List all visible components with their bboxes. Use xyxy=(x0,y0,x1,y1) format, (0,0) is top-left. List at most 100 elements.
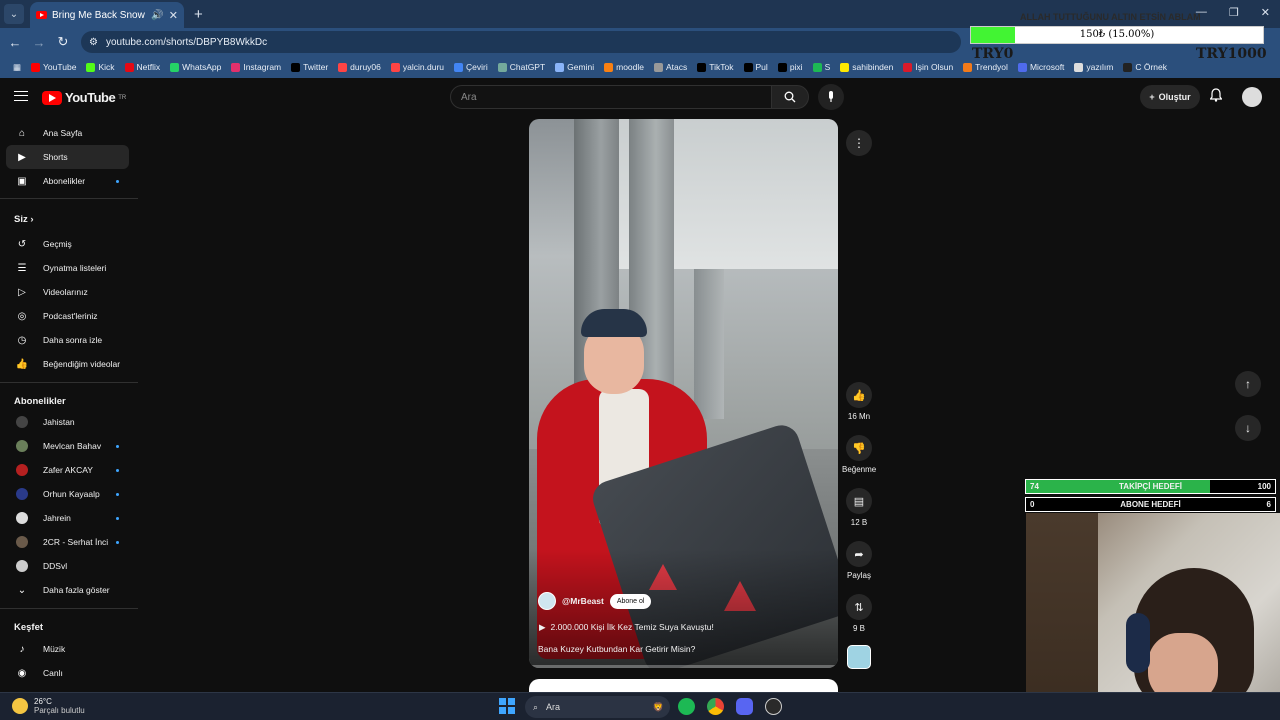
sidebar-item[interactable]: ↺ Geçmiş xyxy=(6,232,129,256)
bookmark-2[interactable]: Netflix xyxy=(120,62,166,72)
next-short-card[interactable] xyxy=(529,679,838,692)
sound-avatar[interactable] xyxy=(847,645,871,669)
channel-avatar[interactable] xyxy=(538,592,556,610)
subscribe-button[interactable]: Abone ol xyxy=(609,593,652,609)
create-button[interactable]: + Oluştur xyxy=(1140,85,1200,109)
sidebar-item-label: DDSvl xyxy=(43,561,68,571)
bookmark-0[interactable]: YouTube xyxy=(26,62,81,72)
sidebar-item[interactable]: ◎ Podcast'leriniz xyxy=(6,304,129,328)
new-tab-icon[interactable]: + xyxy=(194,6,203,23)
bookmark-13[interactable]: TikTok xyxy=(692,62,738,72)
search-input[interactable]: Ara xyxy=(450,85,772,109)
bookmark-14[interactable]: Pul xyxy=(739,62,773,72)
bookmark-10[interactable]: Gemini xyxy=(550,62,599,72)
bookmark-11[interactable]: moodle xyxy=(599,62,649,72)
omnibox[interactable]: ⚙ youtube.com/shorts/DBPYB8WkkDc xyxy=(81,31,961,53)
share-button[interactable]: ➦ Paylaş xyxy=(842,541,876,580)
youtube-logo[interactable]: YouTube TR xyxy=(42,90,126,105)
maximize-icon[interactable]: ❐ xyxy=(1229,6,1239,19)
remix-button[interactable]: ⇅ 9 B xyxy=(842,594,876,633)
short-video-player[interactable]: @MrBeast Abone ol ▶ 2.000.000 Kişi İlk K… xyxy=(529,119,838,668)
obs-icon[interactable] xyxy=(765,698,782,715)
bookmark-label: sahibinden xyxy=(852,62,894,72)
bookmark-18[interactable]: İşin Olsun xyxy=(898,62,958,72)
sidebar-item[interactable]: ▷ Videolarınız xyxy=(6,280,129,304)
sidebar-heading[interactable]: Siz › xyxy=(14,214,34,225)
bookmark-19[interactable]: Trendyol xyxy=(958,62,1013,72)
dislike-button[interactable]: 👎 Beğenme xyxy=(842,435,876,474)
comments-button[interactable]: ▤ 12 B xyxy=(842,488,876,527)
apps-icon[interactable]: ▦ xyxy=(8,62,26,73)
close-window-icon[interactable]: ✕ xyxy=(1261,6,1270,19)
sidebar-item[interactable]: Zafer AKCAY xyxy=(6,458,129,482)
channel-name[interactable]: @MrBeast xyxy=(562,596,604,606)
sidebar-item[interactable]: ☰ Oynatma listeleri xyxy=(6,256,129,280)
show-more-button[interactable]: ⌄ Daha fazla göster xyxy=(6,578,129,602)
sidebar-item[interactable]: 👍 Beğendiğim videolar xyxy=(6,352,129,376)
sidebar-item[interactable]: ♪ Müzik xyxy=(6,637,129,661)
discord-icon[interactable] xyxy=(736,698,753,715)
bookmark-22[interactable]: C Örnek xyxy=(1118,62,1172,72)
sidebar-item[interactable]: ◷ Daha sonra izle xyxy=(6,328,129,352)
sidebar-item-label: Oynatma listeleri xyxy=(43,263,107,273)
tab-search-dropdown-icon[interactable]: ⌄ xyxy=(4,4,24,24)
sidebar-item[interactable]: 2CR - Serhat İnci xyxy=(6,530,129,554)
close-tab-icon[interactable]: ✕ xyxy=(169,9,178,22)
related-video-link[interactable]: ▶ 2.000.000 Kişi İlk Kez Temiz Suya Kavu… xyxy=(539,622,714,633)
menu-icon[interactable] xyxy=(14,91,28,101)
bookmark-3[interactable]: WhatsApp xyxy=(165,62,226,72)
channel-avatar xyxy=(16,416,28,428)
sidebar-item[interactable]: Jahistan xyxy=(6,410,129,434)
voice-search-button[interactable] xyxy=(818,84,844,110)
search-button[interactable] xyxy=(771,85,809,109)
sidebar-item[interactable]: Mevlcan Bahav xyxy=(6,434,129,458)
tab-active[interactable]: Bring Me Back Snow From 🔊 ✕ xyxy=(30,2,184,28)
spotify-icon[interactable] xyxy=(678,698,695,715)
site-info-icon[interactable]: ⚙ xyxy=(89,37,98,48)
reload-icon[interactable]: ↻ xyxy=(51,34,75,50)
sidebar-item[interactable]: Jahrein xyxy=(6,506,129,530)
chrome-icon[interactable] xyxy=(707,698,724,715)
youtube-favicon-icon xyxy=(36,11,47,19)
bookmark-label: Instagram xyxy=(243,62,282,72)
sidebar-item[interactable]: DDSvl xyxy=(6,554,129,578)
bookmark-12[interactable]: Atacs xyxy=(649,62,692,72)
bookmark-label: İşin Olsun xyxy=(915,62,954,72)
next-short-button[interactable]: ↓ xyxy=(1235,415,1261,441)
bookmark-5[interactable]: Twitter xyxy=(286,62,333,72)
sidebar-item[interactable]: Orhun Kayaalp xyxy=(6,482,129,506)
taskbar-search[interactable]: ⌕ Ara 🦁 xyxy=(525,696,670,718)
previous-short-button[interactable]: ↑ xyxy=(1235,371,1261,397)
sidebar-item-label: Beğendiğim videolar xyxy=(43,359,121,369)
like-button[interactable]: 👍 16 Mn xyxy=(842,382,876,421)
bookmark-17[interactable]: sahibinden xyxy=(835,62,898,72)
sidebar-item[interactable]: ◉ Canlı xyxy=(6,661,129,685)
back-icon[interactable]: ← xyxy=(3,35,27,50)
account-avatar[interactable] xyxy=(1242,87,1262,107)
bookmark-16[interactable]: S xyxy=(808,62,836,72)
windows-start-icon[interactable] xyxy=(499,698,515,714)
video-progress-bar[interactable] xyxy=(529,665,838,668)
bookmark-6[interactable]: duruy06 xyxy=(333,62,386,72)
sidebar-item[interactable]: ⌂ Ana Sayfa xyxy=(6,121,129,145)
bookmark-icon xyxy=(124,62,134,72)
bookmark-15[interactable]: pixi xyxy=(773,62,808,72)
bookmark-20[interactable]: Microsoft xyxy=(1013,62,1069,72)
more-options-icon[interactable]: ⋮ xyxy=(846,130,872,156)
bookmark-8[interactable]: Çeviri xyxy=(449,62,493,72)
bookmark-label: Pul xyxy=(755,62,768,72)
forward-icon[interactable]: → xyxy=(27,35,51,50)
bookmark-7[interactable]: yalcin.duru xyxy=(386,62,449,72)
sidebar-item[interactable]: ▶ Shorts xyxy=(6,145,129,169)
bookmark-4[interactable]: Instagram xyxy=(226,62,286,72)
sidebar-divider xyxy=(0,198,138,199)
bookmark-icon xyxy=(170,62,180,72)
bookmark-9[interactable]: ChatGPT xyxy=(493,62,550,72)
sidebar-item[interactable]: ▣ Abonelikler xyxy=(6,169,129,193)
speaker-icon[interactable]: 🔊 xyxy=(151,10,163,21)
bookmark-1[interactable]: Kick xyxy=(81,62,119,72)
webcam-shelf xyxy=(1026,513,1098,720)
bookmark-21[interactable]: yazılım xyxy=(1069,62,1118,72)
weather-widget[interactable]: 26°C Parçalı bulutlu xyxy=(12,697,85,715)
notifications-icon[interactable] xyxy=(1209,88,1223,107)
